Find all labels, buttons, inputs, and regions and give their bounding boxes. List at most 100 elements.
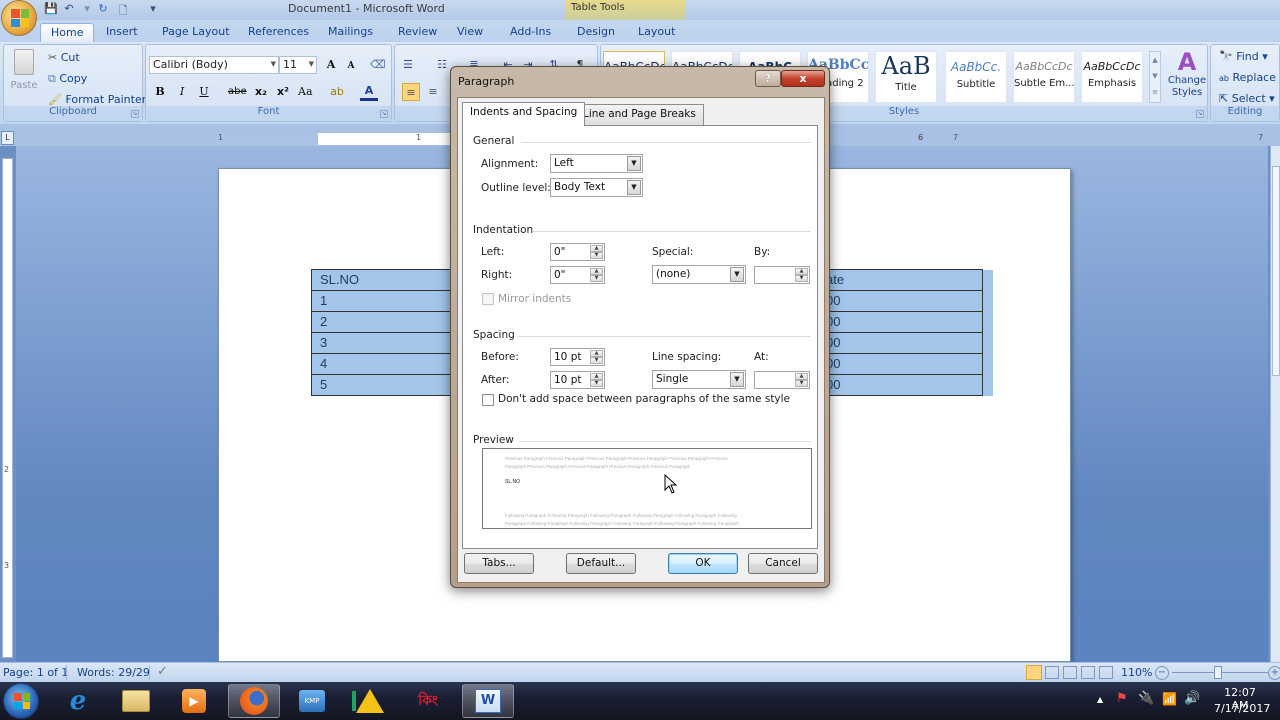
help-button[interactable]: ? [755,70,781,87]
media-player-icon[interactable]: ▶ [168,684,220,718]
tab-line-and-page-breaks[interactable]: Line and Page Breaks [575,104,704,125]
find-button[interactable]: 🔭 Find ▾ [1219,50,1268,63]
numbering-icon[interactable]: ☷ [433,56,451,74]
web-layout-view-icon[interactable] [1063,666,1077,679]
tab-insert[interactable]: Insert [96,23,148,42]
table-cell[interactable]: SL.NO [312,270,367,289]
font-launcher-icon[interactable]: ↘ [380,110,388,118]
styles-launcher-icon[interactable]: ↘ [1196,110,1204,118]
spin-down-icon[interactable]: ▼ [590,380,603,387]
spin-up-icon[interactable]: ▲ [795,373,808,380]
shrink-font-button[interactable]: A [342,57,360,75]
table-cell[interactable]: 1 [312,291,335,310]
word-count[interactable]: Words: 29/29 [77,666,150,679]
copy-button[interactable]: ⧉ Copy [48,72,87,86]
by-spinner[interactable]: ▲ ▼ [754,266,810,284]
zoom-in-icon[interactable]: + [1268,666,1280,680]
vertical-ruler[interactable]: 2 3 [2,158,13,658]
print-preview-icon[interactable]: 🗋 [116,2,130,17]
spin-down-icon[interactable]: ▼ [590,252,603,259]
replace-button[interactable]: ab Replace [1219,71,1276,84]
highlight-icon[interactable]: ab [328,83,346,101]
style-title[interactable]: AaB Title [875,51,937,103]
dont-add-space-checkbox[interactable] [482,394,494,406]
tab-design[interactable]: Design [567,23,625,42]
cancel-button[interactable]: Cancel [748,553,818,574]
style-emphasis[interactable]: AaBbCcDc Emphasis [1081,51,1143,103]
tab-view[interactable]: View [447,23,493,42]
spin-up-icon[interactable]: ▲ [590,245,603,252]
tab-home[interactable]: Home [40,23,95,42]
style-subtitle[interactable]: AaBbCc. Subtitle [945,51,1007,103]
superscript-button[interactable]: x² [274,83,292,101]
draft-view-icon[interactable] [1099,666,1113,679]
strikethrough-button[interactable]: abe [226,83,249,101]
spin-up-icon[interactable]: ▲ [590,350,603,357]
zoom-level[interactable]: 110% [1121,666,1152,679]
spin-down-icon[interactable]: ▼ [590,275,603,282]
office-button[interactable] [1,0,37,36]
page-count[interactable]: Page: 1 of 1 [3,666,68,679]
spin-up-icon[interactable]: ▲ [590,373,603,380]
scroll-thumb[interactable] [1272,166,1280,376]
undo-dropdown-icon[interactable]: ▾ [80,2,94,16]
font-color-button[interactable]: A [360,83,378,101]
zoom-slider-thumb[interactable] [1214,666,1222,679]
zoom-out-icon[interactable]: − [1155,666,1169,680]
spin-up-icon[interactable]: ▲ [795,268,808,275]
tab-indents-and-spacing[interactable]: Indents and Spacing [462,102,586,126]
outline-level-dropdown[interactable]: Body Text ▼ [550,178,643,197]
spin-down-icon[interactable]: ▼ [590,357,603,364]
kmplayer-icon[interactable]: KMP [286,684,338,718]
underline-button[interactable]: U [195,83,213,101]
word-icon[interactable]: W [462,684,514,718]
spin-down-icon[interactable]: ▼ [795,275,808,282]
clock-date[interactable]: 7/17/2017 [1214,702,1270,715]
default-button[interactable]: Default... [566,553,636,574]
vertical-scrollbar[interactable] [1270,146,1280,662]
right-indent-spinner[interactable]: 0" ▲ ▼ [550,266,605,284]
italic-button[interactable]: I [173,83,191,101]
show-hidden-icons-icon[interactable]: ▲ [1097,695,1103,704]
google-drive-icon[interactable] [344,684,396,718]
volume-icon[interactable]: 🔊 [1184,691,1200,706]
tab-layout[interactable]: Layout [628,23,685,42]
file-explorer-icon[interactable] [110,684,162,718]
subscript-button[interactable]: x₂ [252,83,270,101]
tab-references[interactable]: References [238,23,319,42]
undo-icon[interactable]: ↶ [62,2,76,16]
paste-button[interactable]: Paste [10,49,38,91]
left-indent-spinner[interactable]: 0" ▲ ▼ [550,243,605,261]
font-size-combo[interactable]: 11 ▼ [279,56,317,74]
select-button[interactable]: ⇱ Select ▾ [1219,92,1275,105]
spin-up-icon[interactable]: ▲ [590,268,603,275]
tabs-button[interactable]: Tabs... [464,553,534,574]
styles-scroll[interactable]: ▲ ▼ ≡ [1149,51,1161,103]
tab-selector-icon[interactable]: L [1,131,14,145]
tab-page-layout[interactable]: Page Layout [152,23,240,42]
internet-explorer-icon[interactable]: e [52,684,104,718]
change-case-button[interactable]: Aa [296,83,315,101]
table-cell[interactable]: 2 [312,312,335,331]
spacing-before-spinner[interactable]: 10 pt ▲ ▼ [550,348,605,366]
font-name-combo[interactable]: Calibri (Body) ▼ [149,56,279,74]
line-spacing-dropdown[interactable]: Single ▼ [652,370,746,389]
cut-button[interactable]: ✂ Cut [48,51,80,64]
at-spinner[interactable]: ▲ ▼ [754,371,810,389]
save-icon[interactable]: 💾 [44,2,58,16]
format-painter-button[interactable]: 🖌 Format Painter [48,93,146,106]
power-plug-icon[interactable]: 🔌 [1138,691,1154,706]
special-dropdown[interactable]: (none) ▼ [652,265,746,284]
outline-view-icon[interactable] [1081,666,1095,679]
table-cell[interactable]: 3 [312,333,335,352]
firefox-icon[interactable] [228,684,280,718]
align-center-icon[interactable]: ≡ [424,83,442,101]
full-screen-reading-view-icon[interactable] [1045,666,1059,679]
print-layout-view-icon[interactable] [1026,665,1042,680]
customize-qat-icon[interactable]: ▾ [146,2,160,16]
bullets-icon[interactable]: ☰ [399,56,417,74]
clipboard-launcher-icon[interactable]: ↘ [131,110,139,118]
close-button[interactable]: x [781,70,825,87]
style-subtle-emphasis[interactable]: AaBbCcDc Subtle Em... [1013,51,1075,103]
align-left-icon[interactable]: ≡ [402,83,420,101]
